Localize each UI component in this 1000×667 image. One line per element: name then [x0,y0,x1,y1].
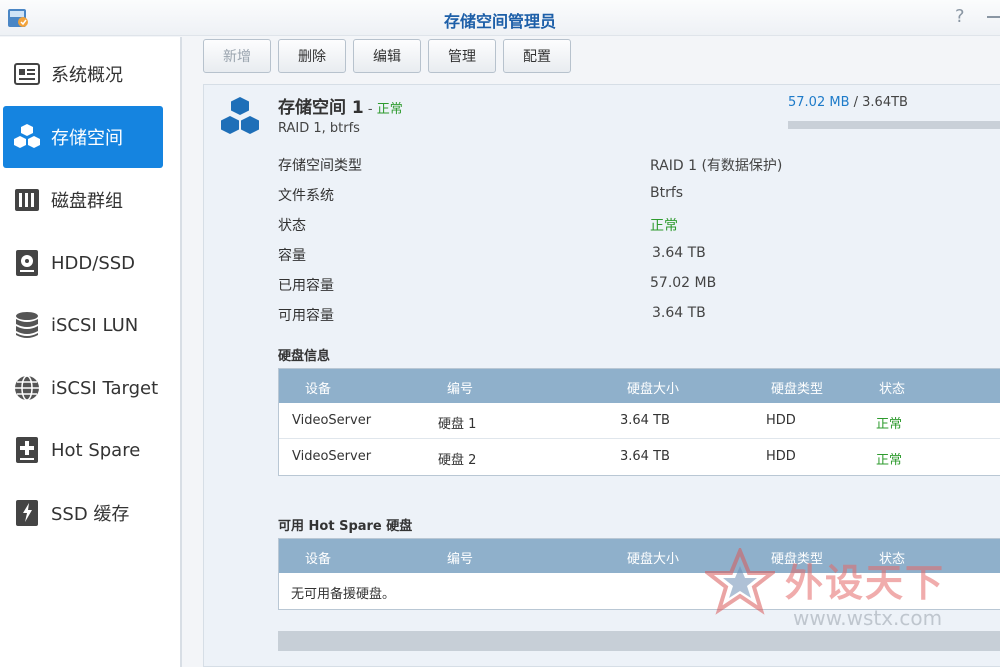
prop-value-status: 正常 [650,218,678,234]
overview-icon [13,60,41,88]
cell-device: VideoServer [292,449,372,464]
sidebar-item-hot-spare[interactable]: Hot Spare [3,419,163,481]
pool-separator: - [363,102,377,117]
sidebar-item-storage-pool[interactable]: 存储空间 [3,106,163,168]
hot-spare-title: 可用 Hot Spare 硬盘 [278,519,413,534]
column-header-status[interactable]: 状态 [879,378,905,397]
prop-value-used-capacity: 57.02 MB [650,275,717,291]
prop-label-capacity: 容量 [278,248,306,264]
window-title: 存储空间管理员 [443,12,556,31]
database-icon [13,311,41,339]
disk-group-icon [13,186,41,214]
sidebar: 系统概况 存储空间 磁盘群组 HDD/SSD iSCSI LUN iSCSI T… [0,37,182,667]
usage-used: 57.02 MB [788,95,850,110]
pool-name: 存储空间 1 [278,98,364,118]
usage-total: 3.64TB [862,95,908,110]
table-header: 设备 编号 硬盘大小 硬盘类型 状态 [279,369,1000,403]
sidebar-item-label: 磁盘群组 [51,191,123,212]
hard-drive-icon [13,249,41,277]
prop-label-free-capacity: 可用容量 [278,308,334,324]
star-logo-icon [705,548,775,615]
column-header-device[interactable]: 设备 [305,548,331,567]
pool-status: 正常 [376,102,403,117]
toolbar: 新增 删除 编辑 管理 配置 [196,37,1000,83]
cell-type: HDD [766,413,796,428]
cell-status: 正常 [876,417,903,432]
sidebar-item-label: 存储空间 [51,128,123,149]
flash-drive-icon [13,499,41,527]
cell-type: HDD [766,449,796,464]
column-header-type[interactable]: 硬盘类型 [771,378,823,397]
sidebar-item-label: iSCSI Target [51,377,159,399]
manage-button[interactable]: 管理 [428,39,496,73]
usage-separator: / [849,95,863,110]
cell-status: 正常 [876,453,903,468]
help-icon[interactable]: ? [955,6,965,27]
pool-title: 存储空间 1 - 正常 [278,93,403,118]
prop-value-filesystem: Btrfs [650,185,684,201]
storage-cubes-icon [13,123,41,151]
sidebar-item-disk-group[interactable]: 磁盘群组 [3,169,163,231]
column-header-size[interactable]: 硬盘大小 [627,378,679,397]
cell-size: 3.64 TB [620,449,670,464]
usage-summary: 57.02 MB / 3.64TB [788,95,908,110]
column-header-size[interactable]: 硬盘大小 [627,548,679,567]
column-header-number[interactable]: 编号 [447,548,473,567]
sidebar-item-label: iSCSI LUN [51,314,139,336]
cell-number: 硬盘 2 [438,453,477,468]
table-row[interactable]: VideoServer 硬盘 2 3.64 TB HDD 正常 [279,439,1000,475]
delete-button[interactable]: 删除 [278,39,346,73]
prop-value-pool-type: RAID 1 (有数据保护) [650,158,783,174]
pool-subtitle: RAID 1, btrfs [278,121,360,136]
globe-icon [13,374,41,402]
storage-cubes-icon [221,97,259,134]
watermark-url: www.wstx.com [793,606,943,630]
usage-bar [788,121,1000,129]
cell-number: 硬盘 1 [438,417,477,432]
table-row[interactable]: VideoServer 硬盘 1 3.64 TB HDD 正常 [279,403,1000,439]
create-button[interactable]: 新增 [203,39,271,73]
cell-device: VideoServer [292,413,372,428]
prop-label-status: 状态 [278,218,306,234]
edit-button[interactable]: 编辑 [353,39,421,73]
sidebar-item-label: Hot Spare [51,439,141,461]
prop-value-free-capacity: 3.64 TB [652,305,706,321]
watermark: 外设天下 www.wstx.com [705,548,995,638]
prop-label-used-capacity: 已用容量 [278,278,334,294]
sidebar-item-iscsi-lun[interactable]: iSCSI LUN [3,294,163,356]
sidebar-item-iscsi-target[interactable]: iSCSI Target [3,357,163,419]
watermark-title: 外设天下 [785,561,946,605]
configure-button[interactable]: 配置 [503,39,571,73]
sidebar-item-ssd-cache[interactable]: SSD 缓存 [3,482,163,544]
empty-message: 无可用备援硬盘。 [291,587,396,602]
sidebar-item-label: SSD 缓存 [51,504,130,525]
prop-label-filesystem: 文件系统 [278,188,334,204]
disk-info-title: 硬盘信息 [278,349,331,364]
prop-value-capacity: 3.64 TB [652,245,706,261]
cell-size: 3.64 TB [620,413,670,428]
sidebar-item-overview[interactable]: 系统概况 [3,43,163,105]
column-header-device[interactable]: 设备 [305,378,331,397]
sidebar-item-label: 系统概况 [51,65,123,86]
sidebar-item-label: HDD/SSD [51,252,136,274]
column-header-number[interactable]: 编号 [447,378,473,397]
sidebar-item-hdd-ssd[interactable]: HDD/SSD [3,232,163,294]
disk-info-table: 设备 编号 硬盘大小 硬盘类型 状态 VideoServer 硬盘 1 3.64… [278,368,1000,476]
prop-label-pool-type: 存储空间类型 [278,158,362,174]
minimize-icon[interactable] [987,16,1000,18]
title-bar: 存储空间管理员 ? [0,0,1000,36]
plus-drive-icon [13,436,41,464]
